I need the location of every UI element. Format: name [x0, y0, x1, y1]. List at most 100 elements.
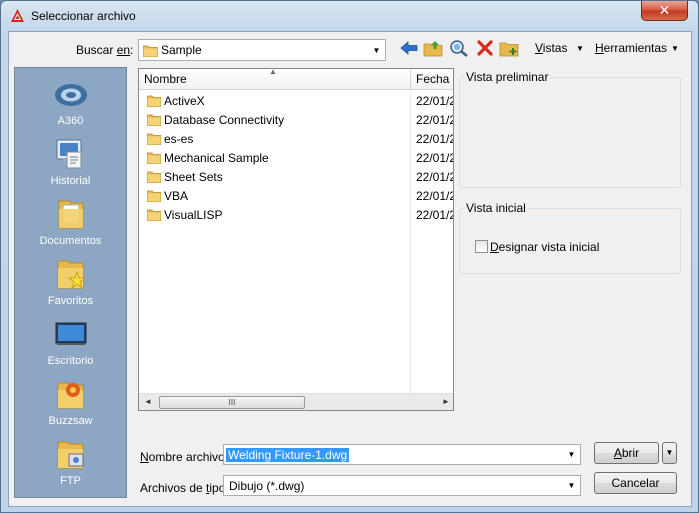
lookin-label: Buscar en: — [76, 43, 133, 57]
place-buzzsaw[interactable]: Buzzsaw — [15, 372, 126, 432]
place-favoritos[interactable]: Favoritos — [15, 252, 126, 312]
column-header-date[interactable]: Fecha d — [411, 69, 453, 90]
filename-label: Nombre archivo: — [140, 450, 228, 464]
filetype-dropdown[interactable]: Dibujo (*.dwg) ▼ — [223, 475, 581, 496]
file-list[interactable]: Nombre ▲ Fecha d ActiveX 22/01/2 Databas… — [138, 68, 454, 411]
file-name: Database Connectivity — [164, 113, 285, 127]
documents-icon — [58, 200, 84, 229]
open-button[interactable]: Abrir — [594, 442, 659, 464]
list-item[interactable]: Database Connectivity 22/01/2 — [139, 111, 453, 130]
column-header-label: Nombre — [144, 72, 187, 86]
lookin-dropdown[interactable]: Sample ▼ — [138, 39, 386, 61]
filetype-label: Archivos de tipo: — [140, 481, 229, 495]
place-escritorio[interactable]: Escritorio — [15, 312, 126, 372]
filetype-value: Dibujo (*.dwg) — [229, 479, 305, 493]
initial-view-title: Vista inicial — [464, 201, 528, 215]
close-button[interactable]: ✕ — [641, 1, 688, 21]
list-item[interactable]: ActiveX 22/01/2 — [139, 92, 453, 111]
place-label: FTP — [60, 475, 81, 487]
chevron-down-icon: ▼ — [665, 448, 674, 457]
file-name: ActiveX — [164, 94, 205, 108]
column-header-label: Fecha d — [416, 72, 453, 86]
autocad-logo-icon — [11, 9, 24, 22]
scroll-thumb-grip: III — [228, 398, 236, 407]
place-a360[interactable]: A360 — [15, 72, 126, 132]
scroll-thumb[interactable]: III — [159, 396, 305, 409]
filename-value: Welding Fixture-1.dwg — [226, 448, 350, 462]
chevron-down-icon[interactable]: ▼ — [563, 476, 580, 495]
horizontal-scrollbar[interactable]: ◄ III ► — [139, 393, 453, 410]
place-label: Documentos — [39, 235, 102, 247]
tools-dropdown-icon[interactable]: ▼ — [671, 44, 679, 53]
new-folder-icon[interactable] — [499, 39, 519, 57]
tools-mnemonic: H — [595, 41, 604, 55]
up-folder-icon[interactable] — [423, 39, 443, 57]
file-date: 22/01/2 — [416, 132, 453, 146]
chevron-down-icon[interactable]: ▼ — [368, 40, 385, 60]
views-rest: istas — [542, 41, 568, 55]
views-dropdown-icon[interactable]: ▼ — [576, 44, 584, 53]
back-arrow-icon[interactable] — [399, 39, 419, 57]
place-label: Buzzsaw — [48, 415, 93, 427]
place-historial[interactable]: Historial — [15, 132, 126, 192]
file-date: 22/01/2 — [416, 170, 453, 184]
place-documentos[interactable]: Documentos — [15, 192, 126, 252]
list-item[interactable]: Sheet Sets 22/01/2 — [139, 168, 453, 187]
delete-icon[interactable] — [475, 39, 495, 57]
dialog-window: Seleccionar archivo ✕ Buscar en: Sample … — [0, 0, 699, 513]
scroll-left-icon[interactable]: ◄ — [144, 397, 152, 406]
ftp-icon — [57, 441, 84, 469]
views-menu[interactable]: Vistas — [535, 41, 567, 55]
initial-view-group: Vista inicial Designar vista inicial — [459, 201, 681, 274]
designate-initial-view-checkbox[interactable] — [475, 240, 488, 253]
folder-icon — [143, 45, 158, 57]
chevron-down-icon[interactable]: ▼ — [563, 445, 580, 464]
file-date: 22/01/2 — [416, 113, 453, 127]
file-name: Sheet Sets — [164, 170, 223, 184]
tools-menu[interactable]: Herramientas — [595, 41, 667, 55]
filetype-prefix: Archivos de — [140, 481, 207, 495]
search-web-icon[interactable] — [449, 39, 469, 57]
buzzsaw-icon — [57, 382, 84, 409]
places-bar: A360 Historial Documentos Favoritos Escr… — [14, 67, 127, 498]
preview-group: Vista preliminar — [459, 70, 681, 188]
list-item[interactable]: Mechanical Sample 22/01/2 — [139, 149, 453, 168]
checkbox-mnemonic: D — [490, 240, 499, 254]
checkbox-rest: esignar vista inicial — [498, 240, 600, 254]
close-icon: ✕ — [658, 2, 671, 18]
place-ftp[interactable]: FTP — [15, 432, 126, 492]
file-date: 22/01/2 — [416, 208, 453, 222]
file-name: VisualLISP — [164, 208, 223, 222]
folder-icon — [147, 133, 161, 145]
file-name: VBA — [164, 189, 189, 203]
folder-icon — [147, 190, 161, 202]
list-item[interactable]: VisualLISP 22/01/2 — [139, 206, 453, 225]
filename-mnemonic: N — [140, 450, 149, 464]
list-item[interactable]: es-es 22/01/2 — [139, 130, 453, 149]
history-icon — [56, 139, 82, 169]
folder-icon — [147, 114, 161, 126]
views-mnemonic: V — [535, 41, 543, 55]
file-date: 22/01/2 — [416, 151, 453, 165]
scroll-right-icon[interactable]: ► — [442, 397, 450, 406]
designate-initial-view-label[interactable]: Designar vista inicial — [490, 240, 599, 254]
folder-icon — [147, 171, 161, 183]
filename-input[interactable]: Welding Fixture-1.dwg ▼ — [223, 444, 581, 465]
folder-icon — [147, 152, 161, 164]
filename-rest: ombre archivo: — [148, 450, 229, 464]
cancel-button[interactable]: Cancelar — [594, 472, 677, 494]
lookin-value: Sample — [161, 43, 202, 57]
open-options-button[interactable]: ▼ — [662, 442, 677, 464]
title-bar[interactable]: Seleccionar archivo ✕ — [1, 1, 698, 31]
preview-title: Vista preliminar — [464, 70, 551, 84]
list-item[interactable]: VBA 22/01/2 — [139, 187, 453, 206]
lookin-label-mnemonic: en — [116, 43, 131, 57]
folder-icon — [147, 95, 161, 107]
place-label: Favoritos — [47, 295, 94, 307]
place-label: A360 — [57, 115, 84, 127]
open-rest: brir — [621, 446, 640, 460]
lookin-label-prefix: Buscar — [76, 43, 117, 57]
favorites-icon — [57, 260, 87, 290]
column-header-name[interactable]: Nombre ▲ — [139, 69, 411, 90]
tools-rest: erramientas — [603, 41, 668, 55]
